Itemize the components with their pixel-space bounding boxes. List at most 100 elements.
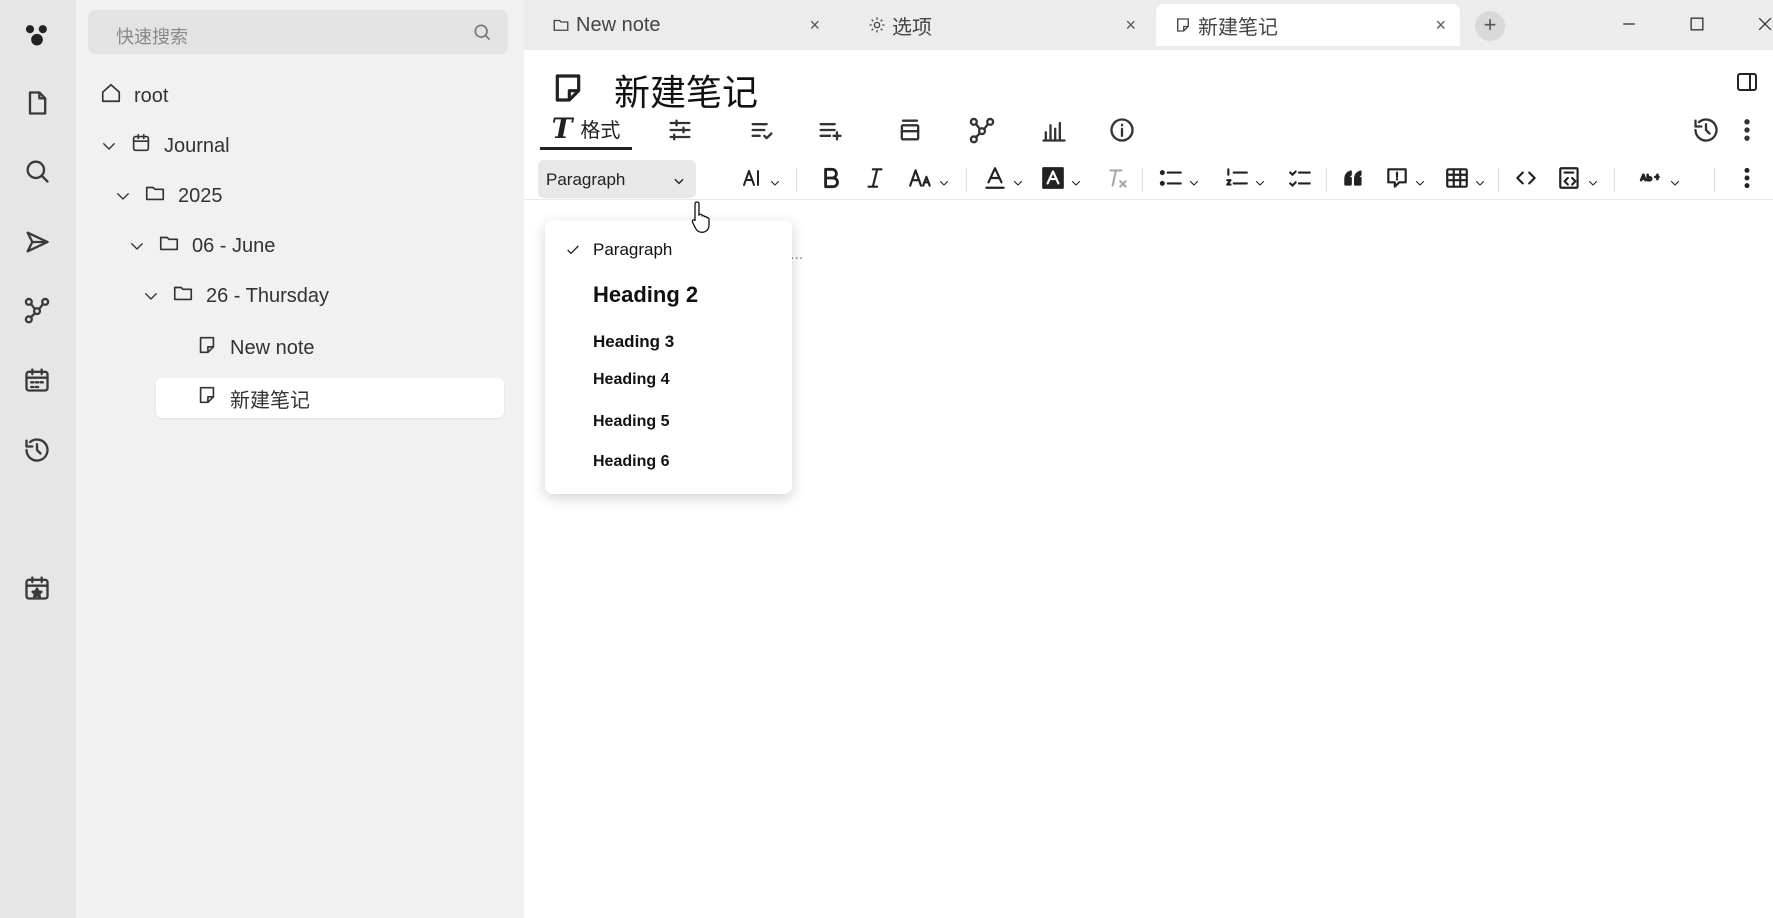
tab-active-note[interactable]: 新建笔记 × (1156, 4, 1460, 46)
tree-node-selected-note[interactable]: 新建笔记 (156, 378, 504, 418)
chevron-down-icon[interactable] (114, 187, 132, 205)
text-size-button[interactable] (736, 160, 786, 196)
check-icon (565, 242, 581, 263)
option-heading-3[interactable]: Heading 3 (593, 332, 674, 352)
note-tree-panel: 快速搜索 root Journal 2025 06 - June 26 - Th… (76, 0, 524, 918)
tree-node-new-note[interactable]: New note (196, 328, 315, 368)
more-vertical-icon[interactable] (1732, 160, 1762, 196)
option-heading-5[interactable]: Heading 5 (593, 413, 669, 431)
toolbar-divider (1326, 168, 1327, 192)
tab-label: 选项 (892, 16, 932, 39)
highlight-button[interactable] (1036, 160, 1086, 196)
tree-node-root[interactable]: root (100, 76, 168, 116)
text-color-button[interactable] (978, 160, 1028, 196)
chevron-down-icon[interactable] (142, 287, 160, 305)
settings-sliders-icon[interactable] (654, 110, 706, 150)
tree-node-label: 新建笔记 (230, 389, 310, 412)
tab-bar: New note × 选项 × 新建笔记 × + (524, 0, 1773, 50)
checklist-icon[interactable] (736, 110, 788, 150)
search-placeholder: 快速搜索 (116, 27, 188, 47)
chevron-down-icon (1188, 172, 1200, 186)
option-heading-4[interactable]: Heading 4 (593, 371, 669, 389)
bullet-list-button[interactable] (1152, 160, 1206, 196)
quick-search-box[interactable]: 快速搜索 (88, 10, 508, 54)
bar-chart-icon[interactable] (1028, 110, 1080, 150)
close-icon[interactable]: × (1435, 15, 1446, 36)
numbered-list-button[interactable] (1218, 160, 1272, 196)
right-panel-toggle-icon[interactable] (1735, 70, 1759, 99)
search-icon[interactable] (20, 154, 54, 188)
chevron-down-icon (1587, 172, 1599, 186)
search-icon[interactable] (472, 22, 492, 42)
chevron-down-icon[interactable] (128, 237, 146, 255)
graph-icon[interactable] (20, 293, 54, 327)
folder-icon (172, 282, 194, 310)
toolbar-divider (966, 168, 967, 192)
bold-button[interactable] (812, 160, 850, 196)
folder-icon (158, 232, 180, 260)
font-case-button[interactable] (902, 160, 956, 196)
note-icon (196, 334, 218, 362)
spellcheck-button[interactable] (1632, 160, 1688, 196)
chevron-down-icon (1474, 172, 1486, 186)
note-icon (1174, 16, 1192, 34)
tree-node-journal[interactable]: Journal (100, 126, 230, 166)
code-block-button[interactable] (1552, 160, 1604, 196)
format-text-icon: T (551, 112, 573, 145)
gear-icon (868, 16, 886, 34)
code-button[interactable] (1508, 160, 1544, 196)
option-heading-6[interactable]: Heading 6 (593, 453, 669, 471)
chevron-down-icon (1414, 172, 1426, 186)
table-button[interactable] (1440, 160, 1490, 196)
maximize-icon[interactable] (1677, 8, 1717, 40)
send-icon[interactable] (20, 225, 54, 259)
option-heading-2[interactable]: Heading 2 (593, 282, 698, 308)
calendar-star-icon[interactable] (20, 571, 54, 605)
folder-icon (552, 16, 570, 34)
tab-options[interactable]: 选项 × (850, 4, 1150, 46)
toolbar-divider (1614, 168, 1615, 192)
more-vertical-icon[interactable] (1732, 110, 1762, 150)
info-icon[interactable] (1096, 110, 1148, 150)
tree-node-label: New note (230, 336, 315, 359)
tab-format[interactable]: T 格式 (540, 110, 632, 150)
quote-button[interactable] (1336, 160, 1372, 196)
logo-icon[interactable] (20, 18, 54, 52)
calendar-icon (130, 132, 152, 160)
todo-list-button[interactable] (1282, 160, 1318, 196)
collapse-icon[interactable] (884, 110, 936, 150)
toolbar-divider (1142, 168, 1143, 192)
chevron-down-icon (1070, 172, 1082, 186)
block-type-select[interactable]: Paragraph (538, 160, 696, 198)
note-icon (196, 384, 218, 412)
callout-button[interactable] (1380, 160, 1430, 196)
history-icon[interactable] (1686, 110, 1726, 150)
tree-node-june[interactable]: 06 - June (128, 226, 275, 266)
file-icon[interactable] (20, 86, 54, 120)
close-icon[interactable]: × (1125, 15, 1136, 36)
graph-icon[interactable] (956, 110, 1008, 150)
tree-node-thursday[interactable]: 26 - Thursday (142, 276, 329, 316)
tree-node-label: 2025 (178, 184, 223, 207)
italic-button[interactable] (856, 160, 894, 196)
chevron-down-icon[interactable] (100, 137, 118, 155)
new-tab-button[interactable]: + (1475, 11, 1505, 41)
tab-new-note[interactable]: New note × (534, 4, 834, 46)
minimize-icon[interactable] (1609, 8, 1649, 40)
add-list-icon[interactable] (804, 110, 856, 150)
calendar-icon[interactable] (20, 363, 54, 397)
history-icon[interactable] (20, 433, 54, 467)
tab-format-label: 格式 (580, 120, 621, 142)
chevron-down-icon (1254, 172, 1266, 186)
tab-label: 新建笔记 (1198, 16, 1278, 39)
toolbar-divider (796, 168, 797, 192)
close-icon[interactable]: × (809, 15, 820, 36)
chevron-down-icon (672, 174, 686, 193)
tree-node-2025[interactable]: 2025 (114, 176, 223, 216)
clear-format-button[interactable] (1100, 160, 1134, 196)
window-close-icon[interactable] (1745, 8, 1773, 40)
mouse-pointer-icon (690, 200, 714, 234)
tab-label: New note (576, 13, 661, 36)
chevron-down-icon (1012, 172, 1024, 186)
option-paragraph[interactable]: Paragraph (593, 240, 672, 260)
